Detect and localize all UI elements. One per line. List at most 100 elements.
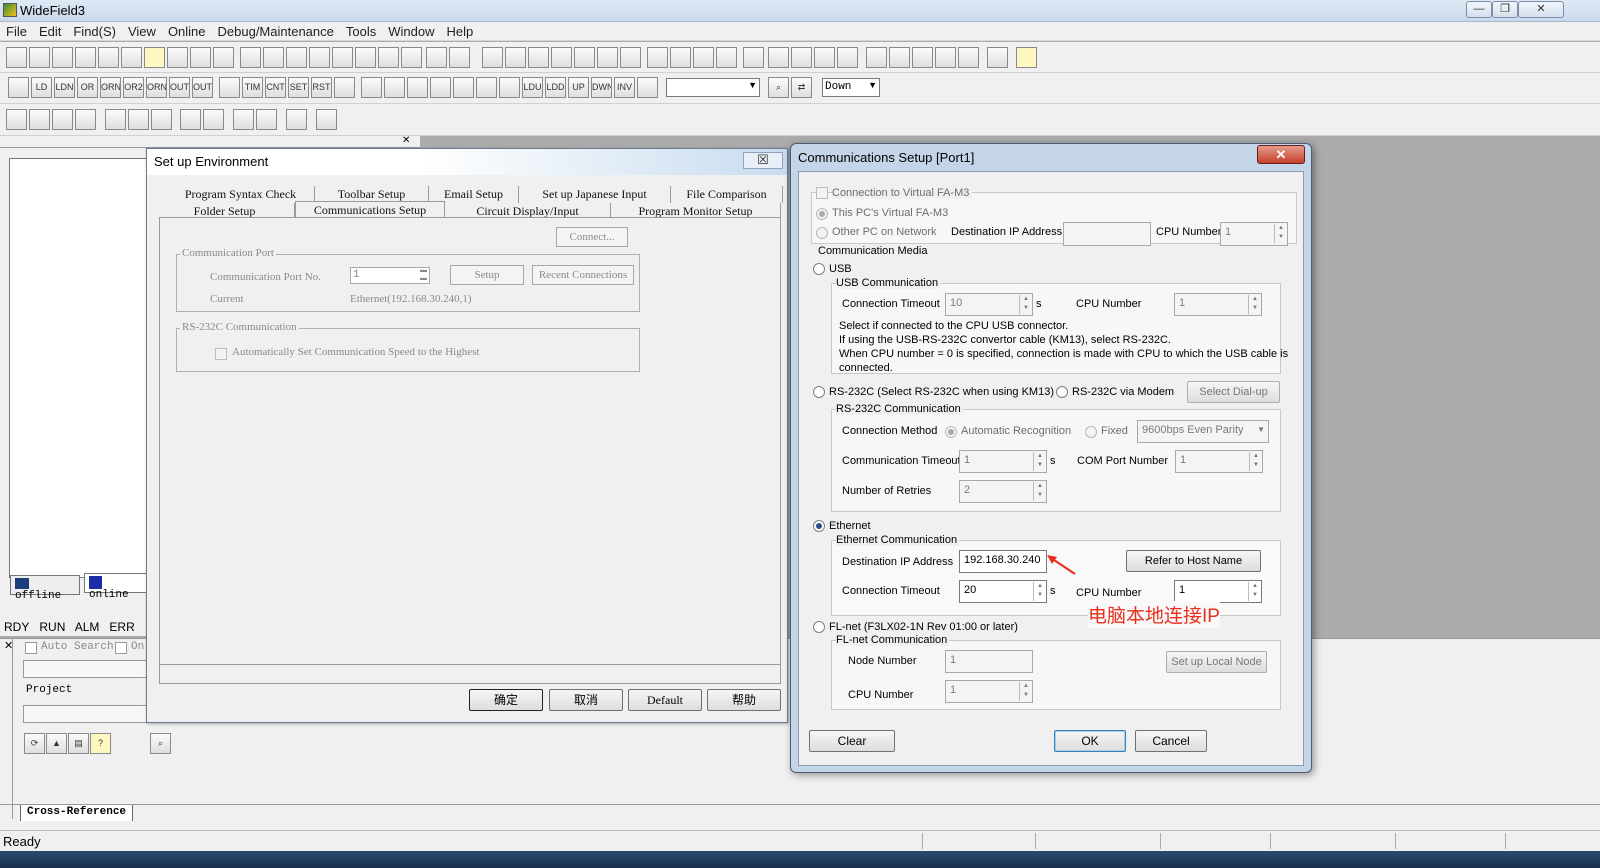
- toolbar-icon[interactable]: [213, 47, 234, 68]
- toolbar-icon[interactable]: [355, 47, 376, 68]
- toolbar-icon[interactable]: [240, 47, 261, 68]
- toolbar-icon[interactable]: [52, 109, 73, 130]
- maximize-button[interactable]: ❐: [1492, 1, 1518, 18]
- device-dropdown[interactable]: ▼: [666, 78, 760, 97]
- env-ok-button[interactable]: 确定: [469, 689, 543, 711]
- virtual-cpu-stepper[interactable]: 1 ▲ ▼: [1220, 222, 1288, 246]
- toolbar-icon[interactable]: [263, 47, 284, 68]
- toolbar-icon[interactable]: [716, 47, 737, 68]
- ladder-tool-icon[interactable]: [361, 77, 382, 98]
- toolbar-icon[interactable]: [814, 47, 835, 68]
- ladder-tool-icon[interactable]: LD: [31, 77, 52, 98]
- toolbar-icon[interactable]: [256, 109, 277, 130]
- toolbar-icon[interactable]: [286, 47, 307, 68]
- toolbar-icon[interactable]: [889, 47, 910, 68]
- clear-button[interactable]: Clear: [809, 730, 895, 752]
- toolbar-icon[interactable]: [52, 47, 73, 68]
- toolbar-icon[interactable]: [167, 47, 188, 68]
- toolbar-icon[interactable]: [449, 47, 470, 68]
- find-icon[interactable]: ⌕: [768, 77, 789, 98]
- menu-view[interactable]: View: [122, 22, 162, 41]
- toolbar-icon[interactable]: [190, 47, 211, 68]
- direction-dropdown[interactable]: Down ▼: [822, 78, 880, 97]
- recent-connections-button[interactable]: Recent Connections: [532, 265, 634, 285]
- toolbar-icon[interactable]: [935, 47, 956, 68]
- close-button[interactable]: ✕: [1518, 1, 1564, 18]
- tab-online[interactable]: online: [84, 573, 148, 601]
- toolbar-icon[interactable]: [528, 47, 549, 68]
- toolbar-icon[interactable]: [401, 47, 422, 68]
- toolbar-icon[interactable]: [98, 47, 119, 68]
- toolbar-icon[interactable]: [6, 47, 27, 68]
- toolbar-icon[interactable]: [574, 47, 595, 68]
- virtual-dest-ip-input[interactable]: [1063, 222, 1151, 246]
- setup-button[interactable]: Setup: [450, 265, 524, 285]
- menu-find[interactable]: Find(S): [67, 22, 122, 41]
- toolbar-icon[interactable]: [987, 47, 1008, 68]
- menu-help[interactable]: Help: [440, 22, 479, 41]
- menu-file[interactable]: File: [0, 22, 33, 41]
- ladder-tool-icon[interactable]: [637, 77, 658, 98]
- toolbar-icon[interactable]: [912, 47, 933, 68]
- toolbar-icon[interactable]: [151, 109, 172, 130]
- env-default-button[interactable]: Default: [628, 689, 702, 711]
- env-close-button[interactable]: ☒: [743, 152, 783, 169]
- toolbar-icon[interactable]: [180, 109, 201, 130]
- ladder-tool-icon[interactable]: TIM: [242, 77, 263, 98]
- parity-dropdown[interactable]: 9600bps Even Parity ▼: [1137, 420, 1269, 443]
- ladder-tool-icon[interactable]: OUT: [169, 77, 190, 98]
- menu-edit[interactable]: Edit: [33, 22, 67, 41]
- fixed-radio[interactable]: [1085, 426, 1097, 438]
- toolbar-icon[interactable]: [29, 47, 50, 68]
- toolbar-icon[interactable]: [866, 47, 887, 68]
- toolbar-icon[interactable]: [316, 109, 337, 130]
- toolbar-icon[interactable]: [482, 47, 503, 68]
- env-cancel-button[interactable]: 取消: [549, 689, 623, 711]
- ladder-tool-icon[interactable]: [430, 77, 451, 98]
- help-icon[interactable]: ?: [90, 733, 111, 754]
- toolbar-icon[interactable]: [958, 47, 979, 68]
- tab-offline[interactable]: offline: [10, 575, 80, 602]
- menu-online[interactable]: Online: [162, 22, 212, 41]
- toolbar-icon[interactable]: [286, 109, 307, 130]
- ethernet-radio[interactable]: [813, 520, 825, 532]
- toolbar-icon[interactable]: [332, 47, 353, 68]
- connect-button[interactable]: Connect...: [556, 227, 628, 247]
- auto-speed-checkbox[interactable]: [215, 348, 227, 360]
- tab-japanese-input[interactable]: Set up Japanese Input: [519, 186, 671, 203]
- ok-button[interactable]: OK: [1054, 730, 1126, 752]
- auto-recognition-radio[interactable]: [945, 426, 957, 438]
- toolbar-icon[interactable]: [203, 109, 224, 130]
- rs232-radio[interactable]: [813, 386, 825, 398]
- flnet-radio[interactable]: [813, 621, 825, 633]
- menu-window[interactable]: Window: [382, 22, 440, 41]
- toolbar-icon[interactable]: [75, 109, 96, 130]
- toolbar-icon[interactable]: [837, 47, 858, 68]
- ladder-tool-icon[interactable]: RST: [311, 77, 332, 98]
- spin-arrows-icon[interactable]: ▲ ▼: [1033, 582, 1046, 601]
- other-pc-radio[interactable]: [816, 227, 828, 239]
- ladder-tool-icon[interactable]: SET: [288, 77, 309, 98]
- ladder-tool-icon[interactable]: OR: [77, 77, 98, 98]
- ladder-tool-icon[interactable]: ORN: [100, 77, 121, 98]
- tab-program-syntax-check[interactable]: Program Syntax Check: [167, 186, 315, 203]
- refer-host-name-button[interactable]: Refer to Host Name: [1126, 550, 1261, 572]
- virtual-checkbox[interactable]: [816, 187, 828, 199]
- replace-icon[interactable]: ⇄: [791, 77, 812, 98]
- minimize-button[interactable]: —: [1466, 1, 1492, 18]
- ladder-tool-icon[interactable]: LDU: [522, 77, 543, 98]
- ladder-tool-icon[interactable]: [219, 77, 240, 98]
- binoculars-icon[interactable]: ⌕: [150, 733, 171, 754]
- usb-radio[interactable]: [813, 263, 825, 275]
- toolbar-icon[interactable]: [29, 109, 50, 130]
- ladder-tool-icon[interactable]: OUTN: [192, 77, 213, 98]
- setup-local-node-button[interactable]: Set up Local Node: [1166, 651, 1267, 673]
- toolbar-icon[interactable]: [309, 47, 330, 68]
- select-dialup-button[interactable]: Select Dial-up: [1187, 381, 1280, 403]
- tab-cross-reference[interactable]: Cross-Reference: [20, 805, 134, 821]
- ladder-tool-icon[interactable]: UP: [568, 77, 589, 98]
- usb-timeout-stepper[interactable]: 10 ▲ ▼: [945, 293, 1033, 316]
- on-checkbox[interactable]: [115, 642, 127, 654]
- env-help-button[interactable]: 帮助: [707, 689, 781, 711]
- ladder-tool-icon[interactable]: OR2: [123, 77, 144, 98]
